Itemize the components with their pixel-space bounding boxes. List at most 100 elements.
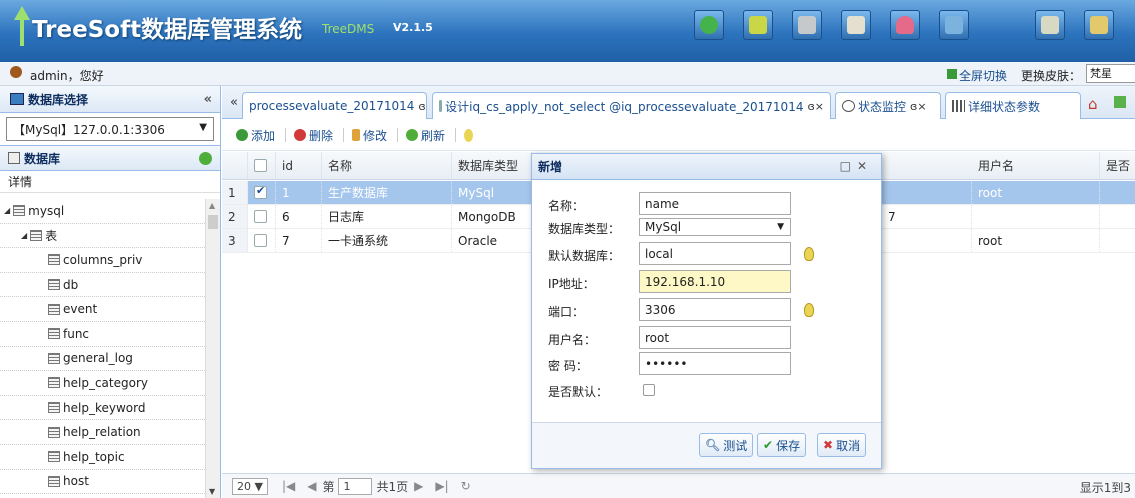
port-hint-icon[interactable] xyxy=(804,303,814,317)
column-header-isdefault[interactable]: 是否 xyxy=(1100,152,1135,179)
column-header-name[interactable]: 名称 xyxy=(322,152,452,179)
skin-label: 更换皮肤： xyxy=(1021,69,1082,83)
name-cell: 一卡通系统 xyxy=(322,229,452,252)
test-button[interactable]: 🔍︎ 测试 xyxy=(699,433,754,457)
refresh-icon-button[interactable] xyxy=(694,10,724,40)
app-version: V2.1.5 xyxy=(393,21,433,34)
check-icon: ✔ xyxy=(763,438,774,452)
page-summary: 显示1到3 xyxy=(1079,481,1131,495)
tab-design-table[interactable]: 设计iq_cs_apply_not_select @iq_processeval… xyxy=(432,92,831,119)
select-all-checkbox-cell[interactable] xyxy=(248,152,276,179)
refresh-icon xyxy=(700,16,718,34)
delete-icon xyxy=(294,129,307,141)
app-subtitle: TreeDMS xyxy=(322,22,375,36)
column-header-username[interactable]: 用户名 xyxy=(972,152,1100,179)
lightbulb-icon[interactable] xyxy=(464,128,474,142)
tree-node[interactable]: help_topic xyxy=(0,445,205,470)
edit-button[interactable]: 修改 xyxy=(352,127,387,144)
key-icon-button[interactable] xyxy=(1035,10,1065,40)
page-number-input[interactable]: 1 xyxy=(338,477,373,495)
scroll-up-icon[interactable]: ▲ xyxy=(209,201,215,210)
grid-toolbar: 添加 删除 修改 刷新 xyxy=(222,120,1135,151)
close-tab-icon[interactable]: ɞ× xyxy=(418,100,426,113)
tree-node[interactable]: ◢ mysql xyxy=(0,199,205,224)
page-size-select[interactable]: 20 ▼ xyxy=(232,477,268,495)
scroll-down-icon[interactable]: ▼ xyxy=(209,487,215,496)
reload-page-icon[interactable]: ↻ xyxy=(461,479,471,493)
tree-node[interactable]: host xyxy=(0,470,205,495)
tab-processevaluate[interactable]: processevaluate_20171014ɞ× xyxy=(242,92,427,119)
connection-select[interactable]: 【MySql】127.0.0.1:3306 ▼ xyxy=(6,117,214,141)
password-field[interactable]: •••••• xyxy=(639,352,791,375)
row-checkbox[interactable] xyxy=(254,184,267,199)
isdefault-cell xyxy=(1100,181,1135,204)
skin-select[interactable]: 梵星 xyxy=(1086,64,1135,83)
tools-icon-button[interactable] xyxy=(939,10,969,40)
username-label: 用户名： xyxy=(548,333,597,347)
column-header-dbtype[interactable]: 数据库类型 xyxy=(452,152,532,179)
save-button[interactable]: ✔ 保存 xyxy=(757,433,807,457)
tree-node[interactable]: event xyxy=(0,297,205,322)
username-cell: root xyxy=(972,181,1100,204)
heart-icon-button[interactable] xyxy=(890,10,920,40)
select-all-checkbox[interactable] xyxy=(254,159,267,172)
database-icon-button[interactable] xyxy=(792,10,822,40)
defaultdb-hint-icon[interactable] xyxy=(804,247,814,261)
next-page-icon[interactable]: ▶ xyxy=(414,479,423,493)
first-page-icon[interactable]: |◀ xyxy=(282,479,295,493)
tree-node[interactable]: db xyxy=(0,273,205,298)
grid-view-icon[interactable] xyxy=(1114,96,1126,108)
cancel-button[interactable]: ✖ 取消 xyxy=(817,433,867,457)
port-field[interactable]: 3306 xyxy=(639,298,791,321)
fullscreen-link[interactable]: 全屏切换 xyxy=(959,67,1007,84)
edit-icon-button[interactable] xyxy=(743,10,773,40)
tools-icon xyxy=(945,16,963,34)
isdefault-cell xyxy=(1100,205,1135,228)
dbtype-select[interactable]: MySql ▼ xyxy=(639,218,791,236)
table-icon xyxy=(48,377,60,389)
add-button[interactable]: 添加 xyxy=(236,127,275,144)
refresh-button[interactable]: 刷新 xyxy=(406,127,445,144)
tree-logo-icon xyxy=(14,6,30,46)
tree-node-label: event xyxy=(63,302,98,317)
save-label: 保存 xyxy=(776,438,801,453)
id-cell: 7 xyxy=(276,229,322,252)
tree-node[interactable]: columns_priv xyxy=(0,248,205,273)
username-field[interactable]: root xyxy=(639,326,791,349)
isdefault-checkbox[interactable] xyxy=(643,384,655,396)
music-icon-button[interactable] xyxy=(841,10,871,40)
edit-label: 修改 xyxy=(363,128,388,143)
tree-scrollbar[interactable]: ▲ ▼ xyxy=(205,199,220,498)
tree-node[interactable]: help_category xyxy=(0,371,205,396)
column-header-id[interactable]: id xyxy=(276,152,322,179)
collapse-sidebar-button[interactable]: « xyxy=(204,92,212,107)
close-tab-icon[interactable]: ɞ× xyxy=(910,100,927,113)
defaultdb-field[interactable]: local xyxy=(639,242,791,265)
tree-node[interactable]: help_keyword xyxy=(0,396,205,421)
row-checkbox[interactable] xyxy=(254,210,267,223)
defaultdb-label: 默认数据库： xyxy=(548,249,621,263)
tree-node[interactable]: func xyxy=(0,322,205,347)
ip-field[interactable]: 192.168.1.10 xyxy=(639,270,791,293)
tree-node[interactable]: help_relation xyxy=(0,420,205,445)
scroll-thumb[interactable] xyxy=(208,215,218,229)
last-page-icon[interactable]: ▶| xyxy=(435,479,448,493)
expand-icon[interactable]: ◢ xyxy=(4,206,10,215)
detail-link[interactable]: 详情 xyxy=(0,171,220,193)
tree-node[interactable]: ◢ 表 xyxy=(0,224,205,249)
tab-status-monitor[interactable]: 状态监控 ɞ× xyxy=(835,92,941,119)
name-field[interactable]: name xyxy=(639,192,791,215)
home-icon[interactable]: ⌂ xyxy=(1088,95,1098,113)
host-cell xyxy=(882,229,972,252)
row-checkbox[interactable] xyxy=(254,234,267,247)
expand-icon[interactable]: ◢ xyxy=(21,231,27,240)
refresh-tree-icon[interactable] xyxy=(199,152,212,165)
tree-node[interactable]: general_log xyxy=(0,347,205,372)
close-tab-icon[interactable]: ɞ× xyxy=(807,100,824,113)
prev-page-icon[interactable]: ◀ xyxy=(307,479,316,493)
tab-status-params[interactable]: 详细状态参数 xyxy=(945,92,1081,119)
delete-button[interactable]: 删除 xyxy=(294,127,333,144)
tab-scroll-left-button[interactable]: « xyxy=(230,95,238,110)
user-icon-button[interactable] xyxy=(1084,10,1114,40)
sidebar-header: 数据库选择 « xyxy=(0,86,220,113)
